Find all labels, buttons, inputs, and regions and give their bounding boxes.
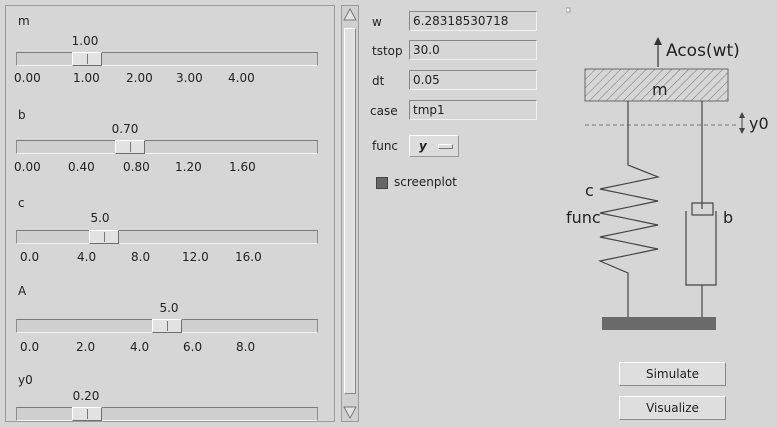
force-label: Acos(wt) xyxy=(666,41,740,61)
tick-label: 0.80 xyxy=(123,160,150,174)
tick-label: 0.40 xyxy=(68,160,95,174)
tick-label: 6.0 xyxy=(183,340,203,354)
screenplot-label: screenplot xyxy=(394,175,457,189)
slider-value: 1.00 xyxy=(71,34,99,48)
slider-label: b xyxy=(18,108,26,122)
y0-label: y0 xyxy=(749,114,769,133)
field-label-w: w xyxy=(372,15,382,29)
func-label: func xyxy=(372,139,399,153)
tick-label: 4.00 xyxy=(228,71,255,85)
spring-icon xyxy=(598,101,661,317)
scroll-down-icon[interactable] xyxy=(343,405,357,419)
slider-thumb[interactable] xyxy=(89,230,119,244)
slider-track[interactable] xyxy=(16,230,318,244)
mass-label: m xyxy=(652,80,668,99)
tick-label: 0.0 xyxy=(20,250,40,264)
scroll-up-icon[interactable] xyxy=(343,8,357,22)
tick-label: 8.0 xyxy=(131,250,151,264)
slider-track[interactable] xyxy=(16,319,318,333)
simulate-button[interactable]: Simulate xyxy=(619,362,726,386)
slider-thumb[interactable] xyxy=(72,407,102,421)
tick-label: 0.00 xyxy=(14,160,41,174)
slider-thumb[interactable] xyxy=(152,319,182,333)
damper-label: b xyxy=(723,208,734,227)
tick-label: 1.20 xyxy=(175,160,202,174)
controls-panel: w 6.28318530718 tstop 30.0 dt 0.05 case … xyxy=(362,5,564,422)
tick-label: 0.00 xyxy=(14,71,41,85)
case-input[interactable]: tmp1 xyxy=(409,100,537,120)
field-label-dt: dt xyxy=(372,74,385,88)
y0-arrow-icon xyxy=(739,112,745,134)
visualize-button[interactable]: Visualize xyxy=(619,396,726,420)
tick-label: 12.0 xyxy=(182,250,209,264)
func-option-menu[interactable]: y xyxy=(409,135,459,157)
slider-value: 5.0 xyxy=(90,211,110,225)
scrollbar-thumb[interactable] xyxy=(344,28,356,394)
tick-label: 1.00 xyxy=(73,71,100,85)
tick-label: 8.0 xyxy=(236,340,256,354)
slider-value: 5.0 xyxy=(159,301,179,315)
tick-label: 2.0 xyxy=(76,340,96,354)
func-selected-value: y xyxy=(419,139,427,153)
field-label-tstop: tstop xyxy=(372,44,403,58)
tick-label: 0.0 xyxy=(20,340,40,354)
ground-block xyxy=(602,317,716,330)
slider-label: A xyxy=(18,284,27,298)
spring-label: c xyxy=(585,181,594,200)
vertical-scrollbar[interactable] xyxy=(341,5,359,422)
slider-track[interactable] xyxy=(16,140,318,154)
slider-label: c xyxy=(18,196,25,210)
tick-label: 4.0 xyxy=(77,250,97,264)
screenplot-checkbox[interactable] xyxy=(376,177,388,189)
slider-track[interactable] xyxy=(16,52,318,66)
corner-marker xyxy=(566,7,571,13)
tstop-input[interactable]: 30.0 xyxy=(409,40,537,60)
sliders-panel: m 1.00 0.00 1.00 2.00 3.00 4.00 b 0.70 0… xyxy=(5,5,335,422)
field-label-case: case xyxy=(370,104,398,118)
tick-label: 3.00 xyxy=(176,71,203,85)
tick-label: 2.00 xyxy=(126,71,153,85)
tick-label: 16.0 xyxy=(235,250,262,264)
slider-track[interactable] xyxy=(16,407,318,421)
w-input[interactable]: 6.28318530718 xyxy=(409,11,537,31)
option-menu-indicator-icon xyxy=(438,144,453,149)
slider-label: y0 xyxy=(18,373,33,387)
tick-label: 4.0 xyxy=(130,340,150,354)
force-arrow-icon xyxy=(654,37,662,67)
dt-input[interactable]: 0.05 xyxy=(409,70,537,90)
slider-thumb[interactable] xyxy=(115,140,145,154)
slider-value: 0.20 xyxy=(72,389,100,403)
slider-label: m xyxy=(18,14,30,28)
func-diagram-label: func xyxy=(566,208,601,227)
diagram-panel: Acos(wt) m y0 c func b Simulate Visualiz… xyxy=(566,5,777,422)
damper-icon xyxy=(685,101,717,317)
tick-label: 1.60 xyxy=(229,160,256,174)
slider-value: 0.70 xyxy=(111,122,139,136)
slider-thumb[interactable] xyxy=(72,52,102,66)
